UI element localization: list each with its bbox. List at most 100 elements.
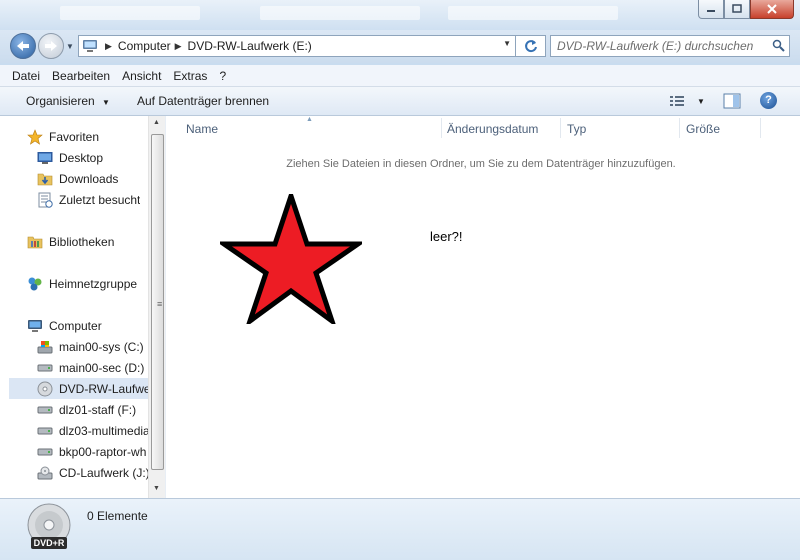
file-list[interactable]: ▲ Name Änderungsdatum Typ Größe Ziehen S… [165, 116, 800, 498]
scroll-down-arrow[interactable]: ▼ [153, 485, 160, 492]
computer-icon [27, 318, 43, 334]
search-placeholder: DVD-RW-Laufwerk (E:) durchsuchen [557, 39, 754, 53]
menu-help[interactable]: ? [219, 69, 226, 83]
menu-bearbeiten[interactable]: Bearbeiten [52, 69, 110, 83]
forward-button[interactable] [38, 33, 64, 59]
forward-arrow-icon [45, 41, 57, 51]
column-divider[interactable] [760, 118, 761, 138]
nav-computer[interactable]: Computer [27, 315, 102, 336]
hard-drive-icon [37, 360, 53, 376]
hard-drive-icon [37, 444, 53, 460]
scroll-up-arrow[interactable]: ▲ [153, 119, 160, 126]
background-window-ghost [260, 6, 420, 20]
column-divider[interactable] [679, 118, 680, 138]
column-divider[interactable] [441, 118, 442, 138]
breadcrumb-separator[interactable]: ▶ [175, 41, 182, 52]
column-type[interactable]: Typ [567, 122, 586, 136]
menu-bar: Datei Bearbeiten Ansicht Extras ? [0, 65, 800, 87]
chevron-down-icon: ▼ [102, 98, 110, 107]
hard-drive-icon [37, 423, 53, 439]
chevron-down-icon[interactable]: ▼ [697, 97, 705, 106]
help-icon[interactable]: ? [760, 92, 777, 109]
downloads-folder-icon [37, 171, 53, 187]
organize-button[interactable]: Organisieren ▼ [26, 94, 110, 108]
dvd-r-disc-icon: DVD+R [27, 503, 71, 549]
nav-drive-backup[interactable]: bkp00-raptor-wh [37, 441, 148, 462]
nav-drive-d[interactable]: main00-sec (D:) [37, 357, 148, 378]
back-button[interactable] [10, 33, 36, 59]
nav-recent-places[interactable]: Zuletzt besucht [37, 189, 140, 210]
nav-drive-j[interactable]: CD-Laufwerk (J:) [37, 462, 148, 483]
search-icon[interactable] [772, 39, 785, 55]
details-pane: DVD+R 0 Elemente [0, 498, 800, 560]
nav-desktop-label: Desktop [59, 150, 104, 165]
scrollbar-grip: ≡ [157, 299, 163, 309]
nav-homegroup-label: Heimnetzgruppe [49, 276, 138, 291]
menu-ansicht[interactable]: Ansicht [122, 69, 161, 83]
address-history-dropdown[interactable]: ▼ [503, 39, 511, 48]
nav-libraries[interactable]: Bibliotheken [27, 231, 114, 252]
address-bar[interactable]: ▶ Computer ▶ DVD-RW-Laufwerk (E:) ▼ [78, 35, 516, 57]
dvd-drive-icon [37, 381, 53, 397]
column-divider[interactable] [560, 118, 561, 138]
maximize-button[interactable] [724, 0, 750, 19]
annotation-text: leer?! [430, 229, 463, 244]
recent-pages-dropdown[interactable]: ▼ [66, 42, 74, 51]
dvd-r-label: DVD+R [34, 538, 65, 548]
libraries-icon [27, 234, 43, 250]
computer-icon [79, 36, 101, 56]
breadcrumb-dvd-drive[interactable]: DVD-RW-Laufwerk (E:) [188, 39, 312, 53]
refresh-button[interactable] [516, 35, 546, 57]
hard-drive-icon [37, 402, 53, 418]
nav-drive-label: CD-Laufwerk (J:) [59, 465, 148, 480]
menu-datei[interactable]: Datei [12, 69, 40, 83]
star-icon [27, 128, 43, 145]
nav-downloads-label: Downloads [59, 171, 119, 186]
breadcrumb-computer[interactable]: Computer [118, 39, 171, 53]
nav-drive-multimedia[interactable]: dlz03-multimedia [37, 420, 148, 441]
change-view-button[interactable]: ▼ [669, 93, 741, 109]
nav-drive-label: dlz01-staff (F:) [59, 402, 137, 417]
nav-drive-label: DVD-RW-Laufwerk (E:) [59, 381, 148, 396]
background-window-ghost [448, 6, 618, 20]
nav-libraries-label: Bibliotheken [49, 234, 115, 249]
cd-drive-icon [37, 465, 53, 481]
organize-label: Organisieren [26, 94, 95, 108]
sort-indicator-icon: ▲ [306, 116, 313, 123]
recent-places-icon [37, 192, 53, 208]
background-window-ghost [60, 6, 200, 20]
view-list-icon [670, 96, 684, 106]
menu-extras[interactable]: Extras [173, 69, 207, 83]
scrollbar-thumb[interactable]: ≡ [151, 134, 164, 470]
nav-drive-label: dlz03-multimedia [59, 423, 148, 438]
nav-drive-label: bkp00-raptor-wh [59, 444, 147, 459]
window-controls [698, 0, 794, 19]
title-bar [0, 0, 800, 30]
nav-downloads[interactable]: Downloads [37, 168, 118, 189]
red-star-annotation [220, 194, 362, 324]
nav-recent-places-label: Zuletzt besucht [59, 192, 141, 207]
nav-drive-label: main00-sys (C:) [59, 339, 144, 354]
search-input[interactable]: DVD-RW-Laufwerk (E:) durchsuchen [550, 35, 790, 57]
nav-favorites-label: Favoriten [49, 129, 100, 144]
nav-favorites[interactable]: Favoriten [27, 126, 99, 147]
item-count-status: 0 Elemente [87, 509, 148, 523]
preview-pane-icon[interactable] [723, 93, 741, 109]
nav-computer-label: Computer [49, 318, 102, 333]
column-modified[interactable]: Änderungsdatum [447, 122, 538, 136]
close-button[interactable] [750, 0, 794, 19]
breadcrumb-separator[interactable]: ▶ [105, 41, 112, 52]
column-size[interactable]: Größe [686, 122, 720, 136]
nav-drive-c[interactable]: main00-sys (C:) [37, 336, 148, 357]
burn-to-disc-button[interactable]: Auf Datenträger brennen [137, 94, 269, 108]
minimize-icon [707, 10, 715, 12]
column-name[interactable]: Name [186, 122, 218, 136]
system-drive-icon [37, 339, 53, 355]
nav-drive-e[interactable]: DVD-RW-Laufwerk (E:) [9, 378, 148, 399]
minimize-button[interactable] [698, 0, 724, 19]
nav-desktop[interactable]: Desktop [37, 147, 103, 168]
nav-homegroup[interactable]: Heimnetzgruppe [27, 273, 137, 294]
maximize-icon [732, 4, 742, 13]
navigation-scrollbar[interactable]: ▲ ≡ ▼ [148, 116, 165, 498]
nav-drive-f[interactable]: dlz01-staff (F:) [37, 399, 148, 420]
